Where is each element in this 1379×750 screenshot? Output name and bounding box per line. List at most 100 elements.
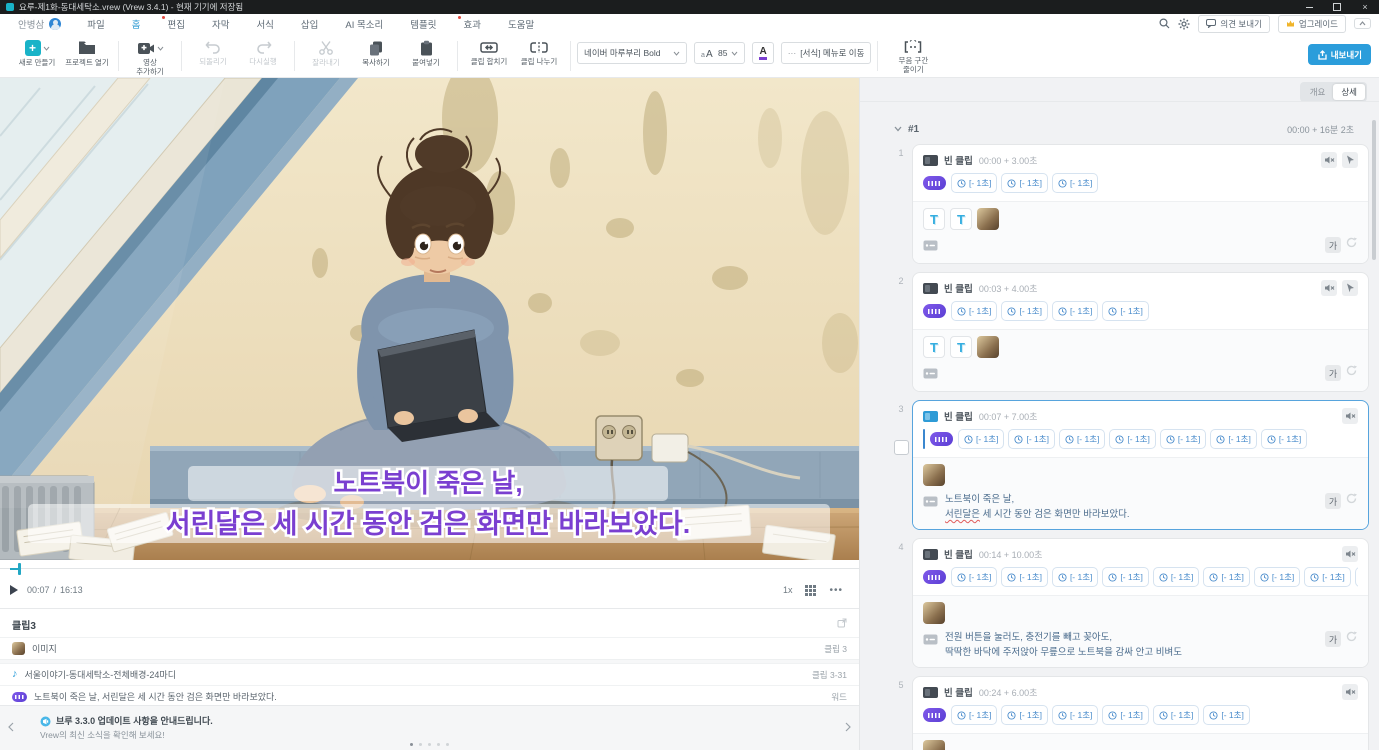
clip-card[interactable]: 빈 클립 00:07 + 7.00초 [- 1초][- 1초][- 1초][- … <box>912 400 1369 530</box>
export-button[interactable]: 내보내기 <box>1308 44 1371 65</box>
menu-format[interactable]: 서식 <box>256 17 273 31</box>
mute-speaker-icon[interactable] <box>1321 152 1337 168</box>
image-asset[interactable] <box>923 602 945 624</box>
tab-overview[interactable]: 개요 <box>1302 84 1334 100</box>
time-chip[interactable]: [- 1초] <box>1052 173 1098 193</box>
time-chip[interactable]: [- 1초] <box>1304 567 1350 587</box>
reduce-silence-button[interactable]: 무음 구간 줄이기 <box>884 39 942 75</box>
menu-home[interactable]: 홈 <box>132 17 141 31</box>
gear-icon[interactable] <box>1178 18 1190 30</box>
announcement-title[interactable]: 브루 3.3.0 업데이트 사항을 안내드립니다. <box>56 714 213 727</box>
time-chip[interactable]: [- 1초] <box>1355 567 1358 587</box>
time-chip[interactable]: [- 1초] <box>1052 705 1098 725</box>
time-chip[interactable]: [- 1초] <box>1001 567 1047 587</box>
time-chip[interactable]: [- 1초] <box>1001 705 1047 725</box>
refresh-icon[interactable] <box>1345 236 1358 254</box>
image-asset[interactable] <box>923 740 945 750</box>
font-style-button[interactable]: 가 <box>1325 631 1341 647</box>
ai-voice-icon[interactable] <box>923 570 946 584</box>
clip-card[interactable]: 빈 클립 00:24 + 6.00초 [- 1초][- 1초][- 1초][- … <box>912 676 1369 750</box>
time-chip[interactable]: [- 1초] <box>1008 429 1054 449</box>
ai-voice-icon[interactable] <box>923 176 946 190</box>
text-asset[interactable]: T <box>923 336 945 358</box>
grid-view-icon[interactable] <box>805 585 816 596</box>
subtitle-text[interactable] <box>945 364 1318 376</box>
clip-card[interactable]: 빈 클립 00:03 + 4.00초 [- 1초][- 1초][- 1초][- … <box>912 272 1369 392</box>
text-asset[interactable]: T <box>950 336 972 358</box>
speed-button[interactable]: 1x <box>783 585 793 595</box>
tab-detail[interactable]: 상세 <box>1333 84 1365 100</box>
time-chip[interactable]: [- 1초] <box>951 567 997 587</box>
time-chip[interactable]: [- 1초] <box>1001 173 1047 193</box>
seek-bar[interactable] <box>0 560 859 576</box>
play-button[interactable] <box>10 585 18 595</box>
subtitle-text[interactable]: 노트북이 죽은 날,서린달은 세 시간 동안 검은 화면만 바라보았다. <box>945 492 1318 522</box>
time-chip[interactable]: [- 1초] <box>1153 567 1199 587</box>
menu-subtitle[interactable]: 자막 <box>212 17 229 31</box>
ai-voice-icon[interactable] <box>923 304 946 318</box>
scrollbar[interactable] <box>1372 120 1376 260</box>
time-chip[interactable]: [- 1초] <box>1052 301 1098 321</box>
time-chip[interactable]: [- 1초] <box>1102 301 1148 321</box>
avatar[interactable] <box>49 18 61 30</box>
time-chip[interactable]: [- 1초] <box>1210 429 1256 449</box>
time-chip[interactable]: [- 1초] <box>1052 567 1098 587</box>
refresh-icon[interactable] <box>1345 630 1358 648</box>
mute-speaker-icon[interactable] <box>1342 684 1358 700</box>
time-chip[interactable]: [- 1초] <box>1160 429 1206 449</box>
copy-button[interactable]: 복사하기 <box>351 39 401 69</box>
upgrade-button[interactable]: 업그레이드 <box>1278 15 1346 33</box>
open-project-button[interactable]: 프로젝트 열기 <box>62 39 112 69</box>
menu-template[interactable]: 템플릿 <box>410 17 436 31</box>
menu-file[interactable]: 파일 <box>87 17 104 31</box>
menu-ai-voice[interactable]: AI 목소리 <box>345 17 383 31</box>
cursor-icon[interactable] <box>1342 280 1358 296</box>
subtitle-text[interactable] <box>945 236 1318 248</box>
profile[interactable]: 안병삼 <box>18 17 61 31</box>
mute-speaker-icon[interactable] <box>1321 280 1337 296</box>
font-size-select[interactable]: aA 85 <box>694 42 745 64</box>
time-chip[interactable]: [- 1초] <box>1059 429 1105 449</box>
menu-help[interactable]: 도움말 <box>508 17 534 31</box>
font-color-button[interactable]: A <box>752 42 773 64</box>
refresh-icon[interactable] <box>1345 492 1358 510</box>
split-clip-button[interactable]: 클립 나누기 <box>514 39 564 68</box>
menu-insert[interactable]: 삽입 <box>301 17 318 31</box>
menu-effect[interactable]: 효과 <box>463 17 480 31</box>
add-video-button[interactable]: 영상 추가하기 <box>125 39 175 77</box>
subtitle-text[interactable]: 전원 버튼을 눌러도, 충전기를 빼고 꽂아도,딱딱한 바닥에 주저앉아 무릎으… <box>945 630 1318 660</box>
time-chip[interactable]: [- 1초] <box>1102 567 1148 587</box>
section-header[interactable]: #1 00:00 + 16분 2초 <box>860 118 1379 140</box>
cursor-icon[interactable] <box>1342 152 1358 168</box>
time-chip[interactable]: [- 1초] <box>1254 567 1300 587</box>
time-chip[interactable]: [- 1초] <box>958 429 1004 449</box>
mute-speaker-icon[interactable] <box>1342 408 1358 424</box>
redo-button[interactable]: 다시실행 <box>238 39 288 68</box>
font-family-select[interactable]: 네이버 마루부리 Bold <box>577 42 687 64</box>
announcement-pagination-dots[interactable] <box>0 743 859 746</box>
playhead[interactable] <box>10 563 22 575</box>
mute-speaker-icon[interactable] <box>1342 546 1358 562</box>
clip-checkbox[interactable] <box>894 440 909 455</box>
feedback-button[interactable]: 의견 보내기 <box>1198 15 1269 33</box>
close-button[interactable]: × <box>1351 0 1379 14</box>
search-icon[interactable] <box>1158 18 1170 30</box>
paste-button[interactable]: 붙여넣기 <box>401 39 451 69</box>
image-asset[interactable] <box>977 336 999 358</box>
image-asset[interactable] <box>923 464 945 486</box>
time-chip[interactable]: [- 1초] <box>1261 429 1307 449</box>
announcement-next-icon[interactable] <box>845 722 851 735</box>
time-chip[interactable]: [- 1초] <box>1109 429 1155 449</box>
maximize-button[interactable] <box>1323 0 1351 14</box>
undo-button[interactable]: 되돌리기 <box>188 39 238 68</box>
detail-row-image[interactable]: 이미지 클립 3 <box>0 637 859 659</box>
time-chip[interactable]: [- 1초] <box>1203 705 1249 725</box>
collapse-toolbar-button[interactable] <box>1354 18 1371 29</box>
detail-row-music[interactable]: ♪ 서울이야기-동대세탁소-전체배경-24마디 클립 3-31 <box>0 663 859 685</box>
minimize-button[interactable] <box>1295 0 1323 14</box>
image-asset[interactable] <box>977 208 999 230</box>
ai-voice-icon[interactable] <box>930 432 953 446</box>
font-style-button[interactable]: 가 <box>1325 493 1341 509</box>
font-style-button[interactable]: 가 <box>1325 237 1341 253</box>
text-asset[interactable]: T <box>950 208 972 230</box>
